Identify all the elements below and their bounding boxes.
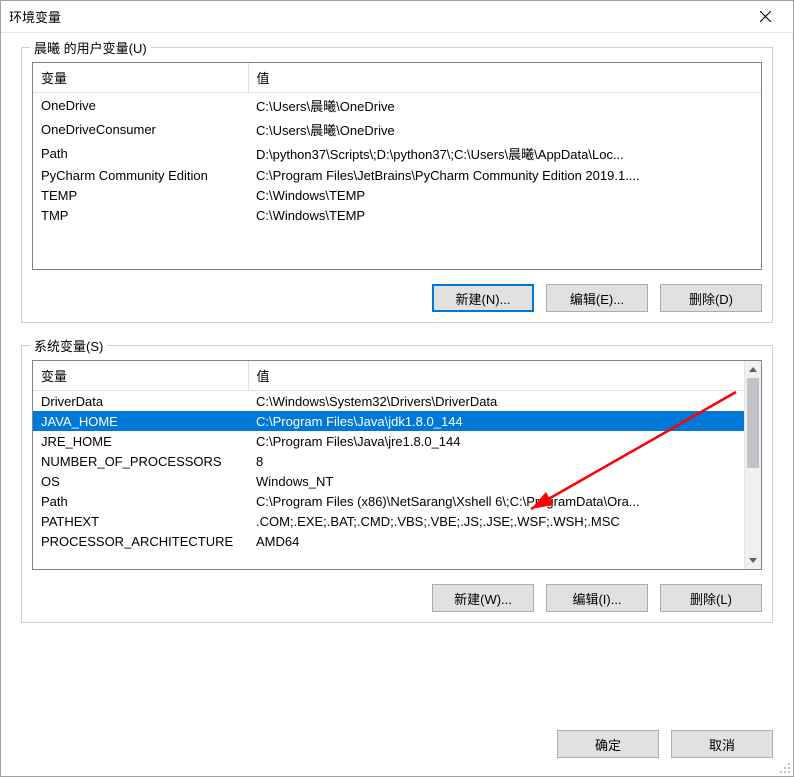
user-vars-group: 晨曦 的用户变量(U) 变量 值 OneDriveC:\Users\晨曦\One… [21, 47, 773, 323]
user-vars-tbody: OneDriveC:\Users\晨曦\OneDriveOneDriveCons… [33, 93, 761, 226]
scroll-track[interactable] [745, 378, 761, 552]
table-row[interactable]: JRE_HOMEC:\Program Files\Java\jre1.8.0_1… [33, 431, 744, 451]
sys-scrollbar[interactable] [744, 361, 761, 569]
cell-var: Path [33, 491, 248, 511]
cell-var: OneDrive [33, 93, 248, 118]
user-delete-button[interactable]: 删除(D) [660, 284, 762, 312]
cell-val: .COM;.EXE;.BAT;.CMD;.VBS;.VBE;.JS;.JSE;.… [248, 511, 744, 531]
cell-val: C:\Windows\System32\Drivers\DriverData [248, 391, 744, 412]
user-button-row: 新建(N)... 编辑(E)... 删除(D) [32, 284, 762, 312]
user-vars-table: 变量 值 OneDriveC:\Users\晨曦\OneDriveOneDriv… [33, 63, 761, 225]
table-row[interactable]: PATHEXT.COM;.EXE;.BAT;.CMD;.VBS;.VBE;.JS… [33, 511, 744, 531]
dialog-content: 晨曦 的用户变量(U) 变量 值 OneDriveC:\Users\晨曦\One… [1, 33, 793, 718]
table-row[interactable]: TEMPC:\Windows\TEMP [33, 185, 761, 205]
scroll-down-icon[interactable] [745, 552, 761, 569]
cell-val: C:\Program Files\Java\jdk1.8.0_144 [248, 411, 744, 431]
sys-col-val[interactable]: 值 [248, 361, 744, 391]
sys-vars-tbody: DriverDataC:\Windows\System32\Drivers\Dr… [33, 391, 744, 552]
table-row[interactable]: TMPC:\Windows\TEMP [33, 205, 761, 225]
user-col-var[interactable]: 变量 [33, 63, 248, 93]
sys-vars-table-wrap[interactable]: 变量 值 DriverDataC:\Windows\System32\Drive… [32, 360, 762, 570]
cancel-button[interactable]: 取消 [671, 730, 773, 758]
window-title: 环境变量 [9, 7, 745, 26]
scroll-thumb[interactable] [747, 378, 759, 468]
sys-vars-table: 变量 值 DriverDataC:\Windows\System32\Drive… [33, 361, 744, 551]
sys-vars-title: 系统变量(S) [30, 336, 107, 355]
sys-button-row: 新建(W)... 编辑(I)... 删除(L) [32, 584, 762, 612]
dialog-button-row: 确定 取消 [1, 718, 793, 776]
cell-val: C:\Users\晨曦\OneDrive [248, 93, 761, 118]
table-row[interactable]: PathD:\python37\Scripts\;D:\python37\;C:… [33, 141, 761, 165]
user-edit-button[interactable]: 编辑(E)... [546, 284, 648, 312]
close-icon [760, 11, 771, 22]
table-row[interactable]: JAVA_HOMEC:\Program Files\Java\jdk1.8.0_… [33, 411, 744, 431]
table-row[interactable]: OneDriveConsumerC:\Users\晨曦\OneDrive [33, 117, 761, 141]
cell-var: OS [33, 471, 248, 491]
ok-button[interactable]: 确定 [557, 730, 659, 758]
user-vars-title: 晨曦 的用户变量(U) [30, 38, 151, 57]
table-row[interactable]: PyCharm Community EditionC:\Program File… [33, 165, 761, 185]
resize-grip-icon[interactable] [777, 760, 791, 774]
cell-var: Path [33, 141, 248, 165]
cell-var: TMP [33, 205, 248, 225]
scroll-up-icon[interactable] [745, 361, 761, 378]
cell-val: Windows_NT [248, 471, 744, 491]
cell-val: C:\Program Files (x86)\NetSarang\Xshell … [248, 491, 744, 511]
close-button[interactable] [745, 2, 785, 32]
cell-var: PATHEXT [33, 511, 248, 531]
cell-var: JAVA_HOME [33, 411, 248, 431]
table-row[interactable]: OSWindows_NT [33, 471, 744, 491]
table-row[interactable]: DriverDataC:\Windows\System32\Drivers\Dr… [33, 391, 744, 412]
cell-val: C:\Program Files\Java\jre1.8.0_144 [248, 431, 744, 451]
cell-val: C:\Program Files\JetBrains\PyCharm Commu… [248, 165, 761, 185]
table-row[interactable]: NUMBER_OF_PROCESSORS8 [33, 451, 744, 471]
table-row[interactable]: PathC:\Program Files (x86)\NetSarang\Xsh… [33, 491, 744, 511]
cell-var: PyCharm Community Edition [33, 165, 248, 185]
cell-val: C:\Users\晨曦\OneDrive [248, 117, 761, 141]
cell-var: DriverData [33, 391, 248, 412]
sys-new-button[interactable]: 新建(W)... [432, 584, 534, 612]
cell-var: TEMP [33, 185, 248, 205]
cell-var: OneDriveConsumer [33, 117, 248, 141]
cell-val: C:\Windows\TEMP [248, 185, 761, 205]
cell-var: NUMBER_OF_PROCESSORS [33, 451, 248, 471]
cell-val: AMD64 [248, 531, 744, 551]
table-row[interactable]: OneDriveC:\Users\晨曦\OneDrive [33, 93, 761, 118]
env-vars-dialog: 环境变量 晨曦 的用户变量(U) 变量 值 OneDriveC:\Users\晨… [0, 0, 794, 777]
cell-var: PROCESSOR_ARCHITECTURE [33, 531, 248, 551]
cell-val: 8 [248, 451, 744, 471]
sys-delete-button[interactable]: 删除(L) [660, 584, 762, 612]
cell-var: JRE_HOME [33, 431, 248, 451]
user-col-val[interactable]: 值 [248, 63, 761, 93]
sys-edit-button[interactable]: 编辑(I)... [546, 584, 648, 612]
titlebar: 环境变量 [1, 1, 793, 33]
sys-col-var[interactable]: 变量 [33, 361, 248, 391]
table-row[interactable]: PROCESSOR_ARCHITECTUREAMD64 [33, 531, 744, 551]
cell-val: C:\Windows\TEMP [248, 205, 761, 225]
cell-val: D:\python37\Scripts\;D:\python37\;C:\Use… [248, 141, 761, 165]
sys-vars-group: 系统变量(S) 变量 值 DriverDataC:\Windows\System… [21, 345, 773, 623]
user-vars-table-wrap[interactable]: 变量 值 OneDriveC:\Users\晨曦\OneDriveOneDriv… [32, 62, 762, 270]
user-new-button[interactable]: 新建(N)... [432, 284, 534, 312]
